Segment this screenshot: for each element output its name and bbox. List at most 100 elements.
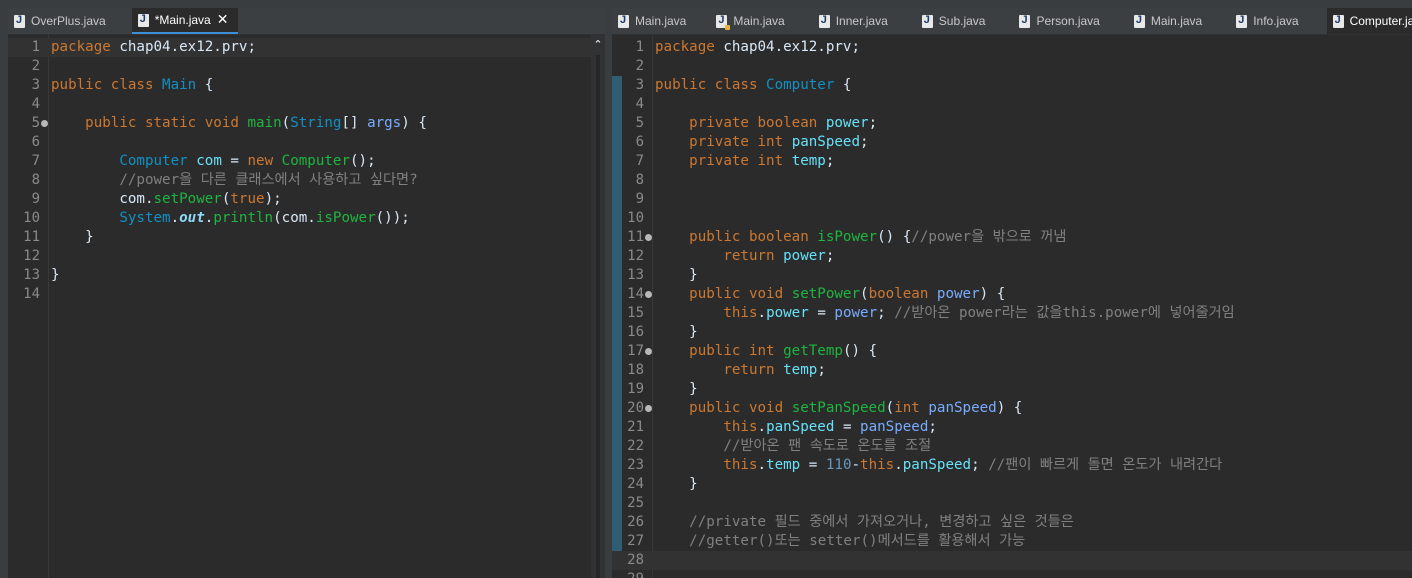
tab-main-java[interactable]: Main.java	[1128, 8, 1212, 34]
line-number: 27	[627, 533, 644, 549]
java-file-icon	[137, 13, 149, 27]
code-line[interactable]: 17 public int getTemp() {	[612, 342, 1412, 361]
fold-toggle-icon[interactable]	[41, 120, 48, 127]
code-text: public static void main(String[] args) {	[85, 115, 427, 131]
code-line[interactable]: 9 com.setPower(true);	[8, 190, 605, 209]
tab-main-java[interactable]: Main.java	[710, 8, 794, 34]
code-line[interactable]: 29	[612, 570, 1412, 578]
line-number: 28	[627, 552, 644, 568]
left-editor-pane: OverPlus.java *Main.java ✕ 1 package chap…	[8, 8, 605, 578]
tab-label: Person.java	[1036, 14, 1100, 28]
code-line[interactable]: 14	[8, 285, 605, 304]
code-line[interactable]: 4	[612, 95, 1412, 114]
code-line[interactable]: 8	[612, 171, 1412, 190]
code-line[interactable]: 24 }	[612, 475, 1412, 494]
code-line[interactable]: 13 }	[612, 266, 1412, 285]
line-number: 7	[635, 153, 644, 169]
line-number: 10	[627, 210, 644, 226]
tab-main-java-active[interactable]: *Main.java ✕	[131, 8, 239, 34]
code-line[interactable]: 5 private boolean power;	[612, 114, 1412, 133]
code-line[interactable]: 20 public void setPanSpeed(int panSpeed)…	[612, 399, 1412, 418]
code-line[interactable]: 11 public boolean isPower() {//power을 밖으…	[612, 228, 1412, 247]
code-line[interactable]: 10	[612, 209, 1412, 228]
code-line[interactable]: 28	[612, 551, 1412, 570]
line-number: 6	[635, 134, 644, 150]
line-number: 10	[23, 210, 40, 226]
tab-sub-java[interactable]: Sub.java	[916, 8, 996, 34]
code-line[interactable]: 7 Computer com = new Computer();	[8, 152, 605, 171]
tab-label: Inner.java	[835, 14, 888, 28]
java-file-icon	[1019, 14, 1031, 28]
code-line[interactable]: 18 return temp;	[612, 361, 1412, 380]
tab-person-java[interactable]: Person.java	[1013, 8, 1109, 34]
line-number: 2	[635, 58, 644, 74]
code-text: System.out.println(com.isPower());	[119, 210, 410, 226]
line-number: 12	[627, 248, 644, 264]
line-number: 26	[627, 514, 644, 530]
code-line[interactable]: 5 public static void main(String[] args)…	[8, 114, 605, 133]
tab-inner-java[interactable]: Inner.java	[813, 8, 898, 34]
scroll-track[interactable]	[596, 55, 600, 578]
tab-label: OverPlus.java	[31, 14, 106, 28]
code-line[interactable]: 22 //받아온 팬 속도로 온도를 조절	[612, 437, 1412, 456]
java-file-icon	[618, 14, 629, 28]
line-number: 25	[627, 495, 644, 511]
tab-overplus-java[interactable]: OverPlus.java	[8, 8, 116, 34]
code-line[interactable]: 11 }	[8, 228, 605, 247]
tab-main-java[interactable]: Main.java	[612, 8, 696, 34]
code-line[interactable]: 9	[612, 190, 1412, 209]
code-text: this.panSpeed = panSpeed;	[723, 419, 937, 435]
line-number: 18	[627, 362, 644, 378]
line-number: 4	[31, 96, 40, 112]
line-number: 12	[23, 248, 40, 264]
scroll-up-icon[interactable]: ⌃	[591, 35, 605, 51]
code-line[interactable]: 2	[8, 57, 605, 76]
line-number: 8	[635, 172, 644, 188]
code-editor[interactable]: 1 package chap04.ex12.prv; 2 3 public class …	[8, 35, 605, 578]
code-line[interactable]: 6	[8, 133, 605, 152]
code-line[interactable]: 3 public class Computer {	[612, 76, 1412, 95]
code-editor[interactable]: 1 package chap04.ex12.prv; 2 3 public class …	[612, 35, 1412, 578]
code-line[interactable]: 10 System.out.println(com.isPower());	[8, 209, 605, 228]
fold-toggle-icon[interactable]	[645, 348, 652, 355]
java-file-icon	[1133, 14, 1145, 28]
vertical-scrollbar[interactable]: ⌃	[591, 35, 605, 578]
code-line[interactable]: 26 //private 필드 중에서 가져오거나, 변경하고 싶은 것들은	[612, 513, 1412, 532]
fold-toggle-icon[interactable]	[645, 291, 652, 298]
code-line[interactable]: 21 this.panSpeed = panSpeed;	[612, 418, 1412, 437]
tab-info-java[interactable]: Info.java	[1230, 8, 1308, 34]
code-line[interactable]: 14 public void setPower(boolean power) {	[612, 285, 1412, 304]
code-line[interactable]: 12 return power;	[612, 247, 1412, 266]
left-tab-bar: OverPlus.java *Main.java ✕	[8, 8, 605, 35]
code-line[interactable]: 2	[612, 57, 1412, 76]
code-line[interactable]: 4	[8, 95, 605, 114]
code-line[interactable]: 15 this.power = power; //받아온 power라는 값을t…	[612, 304, 1412, 323]
line-number: 13	[23, 267, 40, 283]
code-text: this.power = power; //받아온 power라는 값을this…	[723, 305, 1235, 321]
code-line[interactable]: 13}	[8, 266, 605, 285]
code-line[interactable]: 7 private int temp;	[612, 152, 1412, 171]
code-line[interactable]: 6 private int panSpeed;	[612, 133, 1412, 152]
line-number: 6	[31, 134, 40, 150]
close-icon[interactable]: ✕	[217, 12, 229, 28]
right-tab-bar: Main.java Main.java Inner.java Sub.java Pers…	[612, 8, 1412, 35]
code-line[interactable]: 16 }	[612, 323, 1412, 342]
line-number: 23	[627, 457, 644, 473]
code-text: private int temp;	[689, 153, 835, 169]
line-number: 14	[627, 286, 644, 302]
code-line[interactable]: 8 //power을 다른 클래스에서 사용하고 싶다면?	[8, 171, 605, 190]
tab-computer-java[interactable]: Computer.java	[1326, 8, 1412, 34]
fold-toggle-icon[interactable]	[645, 405, 652, 412]
java-file-icon	[14, 14, 25, 28]
code-line[interactable]: 27 //getter()또는 setter()메서드를 활용해서 가능	[612, 532, 1412, 551]
code-line[interactable]: 1 package chap04.ex12.prv;	[8, 38, 605, 57]
code-line[interactable]: 12	[8, 247, 605, 266]
code-line[interactable]: 1 package chap04.ex12.prv;	[612, 38, 1412, 57]
code-line[interactable]: 3 public class Main {	[8, 76, 605, 95]
tab-label: Main.java	[635, 14, 687, 28]
fold-toggle-icon[interactable]	[645, 234, 652, 241]
code-line[interactable]: 25	[612, 494, 1412, 513]
tab-label: *Main.java	[154, 13, 211, 27]
code-line[interactable]: 19 }	[612, 380, 1412, 399]
code-line[interactable]: 23 this.temp = 110-this.panSpeed; //팬이 빠…	[612, 456, 1412, 475]
